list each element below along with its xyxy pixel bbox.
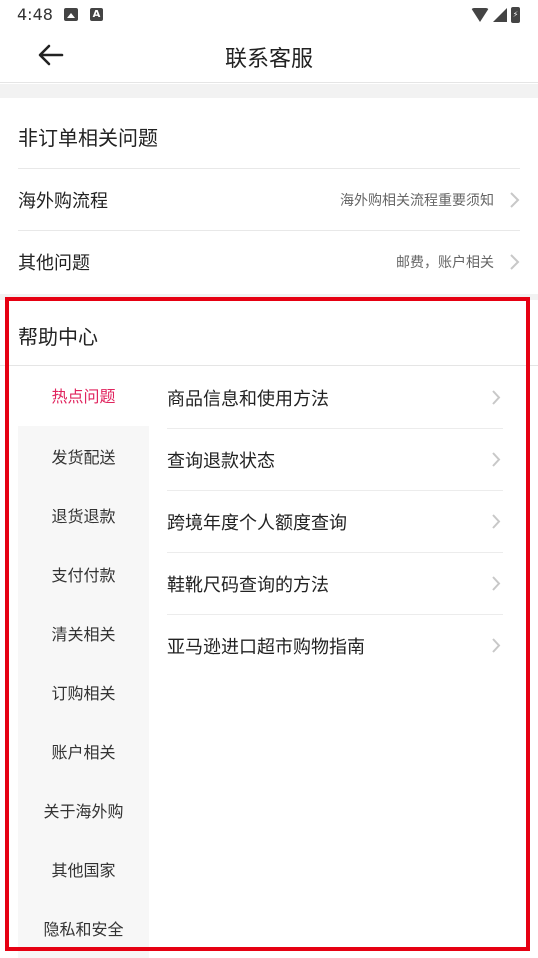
image-icon bbox=[64, 8, 78, 21]
category-account[interactable]: 账户相关 bbox=[18, 723, 149, 782]
help-center-header: 帮助中心 bbox=[0, 300, 538, 366]
question-title: 查询退款状态 bbox=[167, 451, 275, 472]
row-overseas-process[interactable]: 海外购流程 海外购相关流程重要须知 bbox=[18, 168, 520, 230]
question-item[interactable]: 查询退款状态 bbox=[167, 429, 503, 491]
non-order-section: 非订单相关问题 海外购流程 海外购相关流程重要须知 其他问题 邮费，账户相关 bbox=[0, 98, 538, 294]
chevron-right-icon bbox=[510, 254, 520, 270]
row-other-questions[interactable]: 其他问题 邮费，账户相关 bbox=[18, 230, 520, 292]
category-payment[interactable]: 支付付款 bbox=[18, 546, 149, 605]
page-title: 联系客服 bbox=[224, 47, 313, 72]
question-title: 鞋靴尺码查询的方法 bbox=[167, 575, 329, 596]
question-item[interactable]: 鞋靴尺码查询的方法 bbox=[167, 553, 503, 615]
chevron-right-icon bbox=[492, 390, 501, 405]
row-value: 邮费，账户相关 bbox=[396, 255, 494, 271]
chevron-right-icon bbox=[492, 514, 501, 529]
row-title: 其他问题 bbox=[18, 253, 90, 274]
category-ordering[interactable]: 订购相关 bbox=[18, 664, 149, 723]
help-center-section: 帮助中心 热点问题 发货配送 退货退款 支付付款 清关相关 订购相关 账户相关 … bbox=[0, 300, 538, 958]
chevron-right-icon bbox=[510, 192, 520, 208]
category-shipping[interactable]: 发货配送 bbox=[18, 428, 149, 487]
non-order-heading: 非订单相关问题 bbox=[18, 126, 158, 150]
category-about-overseas[interactable]: 关于海外购 bbox=[18, 782, 149, 841]
category-privacy-security[interactable]: 隐私和安全 bbox=[18, 900, 149, 958]
question-title: 跨境年度个人额度查询 bbox=[167, 513, 347, 534]
wifi-icon bbox=[471, 8, 489, 22]
chevron-right-icon bbox=[492, 638, 501, 653]
question-item[interactable]: 跨境年度个人额度查询 bbox=[167, 491, 503, 553]
category-customs[interactable]: 清关相关 bbox=[18, 605, 149, 664]
help-center-heading: 帮助中心 bbox=[18, 325, 98, 349]
category-hot-questions[interactable]: 热点问题 bbox=[18, 367, 149, 426]
a-badge-icon: A bbox=[90, 8, 103, 21]
signal-icon bbox=[493, 8, 507, 22]
section-divider bbox=[0, 84, 538, 98]
row-title: 海外购流程 bbox=[18, 191, 108, 212]
question-title: 亚马逊进口超市购物指南 bbox=[167, 637, 365, 658]
category-returns-refunds[interactable]: 退货退款 bbox=[18, 487, 149, 546]
status-right-icons bbox=[471, 6, 520, 24]
battery-charging-icon bbox=[511, 7, 520, 23]
app-header: 联系客服 bbox=[0, 30, 538, 83]
status-bar: 4:48 A bbox=[0, 0, 538, 30]
question-item[interactable]: 商品信息和使用方法 bbox=[167, 367, 503, 429]
question-title: 商品信息和使用方法 bbox=[167, 389, 329, 410]
category-sidebar: 热点问题 发货配送 退货退款 支付付款 清关相关 订购相关 账户相关 关于海外购… bbox=[18, 367, 149, 958]
category-other-countries[interactable]: 其他国家 bbox=[18, 841, 149, 900]
chevron-right-icon bbox=[492, 576, 501, 591]
row-value: 海外购相关流程重要须知 bbox=[340, 193, 494, 209]
chevron-right-icon bbox=[492, 452, 501, 467]
question-item[interactable]: 亚马逊进口超市购物指南 bbox=[167, 615, 503, 677]
status-time: 4:48 bbox=[17, 5, 53, 24]
